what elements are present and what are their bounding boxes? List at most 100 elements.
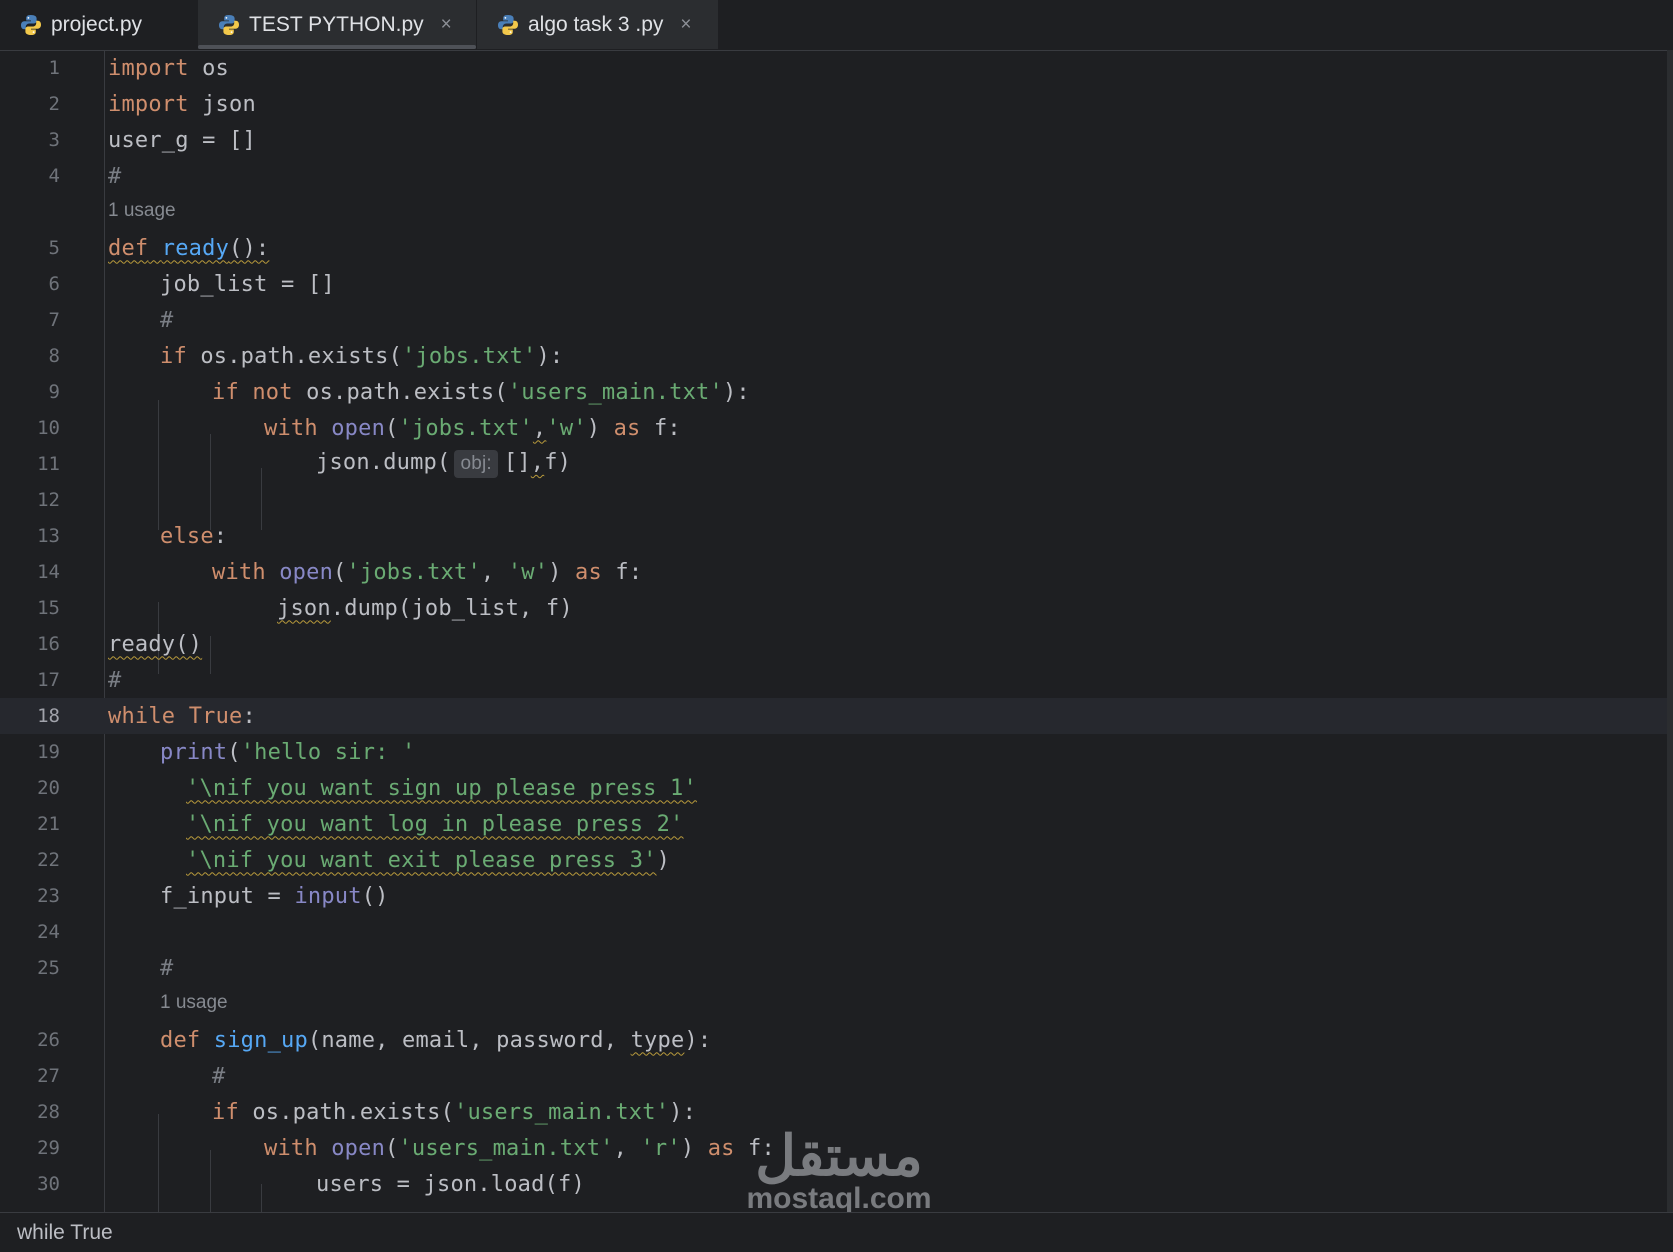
breadcrumb[interactable]: while True bbox=[17, 1221, 113, 1245]
status-bar: while True bbox=[0, 1212, 1673, 1252]
line-number: 17 bbox=[37, 669, 60, 691]
line-number: 30 bbox=[37, 1173, 60, 1195]
code-line[interactable]: 21 '\nif you want log in please press 2' bbox=[0, 806, 1673, 842]
line-number: 11 bbox=[37, 453, 60, 475]
code-text: f_input = input() bbox=[160, 883, 389, 909]
code-line[interactable]: 23 f_input = input() bbox=[0, 878, 1673, 914]
line-number: 5 bbox=[48, 237, 60, 259]
code-line[interactable]: 19 print('hello sir: ' bbox=[0, 734, 1673, 770]
code-text: import os bbox=[108, 55, 230, 81]
code-text: def sign_up(name, email, password, type)… bbox=[160, 1027, 712, 1053]
line-number: 19 bbox=[37, 741, 60, 763]
line-number: 24 bbox=[37, 921, 60, 943]
code-text: with open('jobs.txt','w') as f: bbox=[264, 415, 681, 441]
code-line[interactable]: 26 def sign_up(name, email, password, ty… bbox=[0, 1022, 1673, 1058]
tab-test-python-py[interactable]: TEST PYTHON.py × bbox=[198, 0, 476, 49]
code-text: if os.path.exists('users_main.txt'): bbox=[212, 1099, 697, 1125]
line-number: 22 bbox=[37, 849, 60, 871]
code-text: json.dump(obj: [],f) bbox=[316, 450, 571, 478]
code-text: '\nif you want exit please press 3') bbox=[186, 847, 671, 873]
code-text: with open('jobs.txt', 'w') as f: bbox=[212, 559, 643, 585]
line-number: 14 bbox=[37, 561, 60, 583]
code-line[interactable]: 1 import os bbox=[0, 50, 1673, 86]
line-number: 21 bbox=[37, 813, 60, 835]
comment: # bbox=[108, 667, 122, 693]
code-line[interactable]: 12 bbox=[0, 482, 1673, 518]
python-icon bbox=[498, 14, 518, 35]
close-icon[interactable]: × bbox=[680, 14, 691, 36]
code-line[interactable]: 9 if not os.path.exists('users_main.txt'… bbox=[0, 374, 1673, 410]
code-line[interactable]: 14 with open('jobs.txt', 'w') as f: bbox=[0, 554, 1673, 590]
code-line[interactable]: 27 # bbox=[0, 1058, 1673, 1094]
line-number: 23 bbox=[37, 885, 60, 907]
line-number: 6 bbox=[48, 273, 60, 295]
line-number: 3 bbox=[48, 129, 60, 151]
code-line[interactable]: 7 # bbox=[0, 302, 1673, 338]
code-line[interactable]: 15 json.dump(job_list, f) bbox=[0, 590, 1673, 626]
code-editor[interactable]: 1 import os 2 import json 3 user_g = [] … bbox=[0, 50, 1673, 1212]
code-text: user_g = [] bbox=[108, 127, 256, 153]
vertical-scrollbar[interactable] bbox=[1667, 50, 1673, 1212]
code-text: with open('users_main.txt', 'r') as f: bbox=[264, 1135, 775, 1161]
string-literal: '\nif you want sign up please press 1' bbox=[186, 775, 697, 801]
code-line[interactable]: 16 ready() bbox=[0, 626, 1673, 662]
line-number: 7 bbox=[48, 309, 60, 331]
comment: # bbox=[160, 307, 174, 333]
string-literal: '\nif you want log in please press 2' bbox=[186, 811, 684, 837]
code-text: ready() bbox=[108, 631, 203, 657]
code-text: import json bbox=[108, 91, 256, 117]
code-text: json.dump(job_list, f) bbox=[277, 595, 573, 621]
usage-hint[interactable]: 1 usage bbox=[160, 992, 228, 1014]
code-text: while True: bbox=[108, 703, 256, 729]
code-line[interactable]: 22 '\nif you want exit please press 3') bbox=[0, 842, 1673, 878]
line-number: 26 bbox=[37, 1029, 60, 1051]
watermark-arabic: مستقل bbox=[755, 1124, 923, 1187]
line-number: 1 bbox=[48, 57, 60, 79]
line-number: 27 bbox=[37, 1065, 60, 1087]
code-line[interactable]: 6 job_list = [] bbox=[0, 266, 1673, 302]
python-icon bbox=[219, 14, 239, 35]
tab-project-py[interactable]: project.py bbox=[0, 0, 198, 49]
tab-label: project.py bbox=[51, 12, 143, 36]
code-line[interactable]: 17 # bbox=[0, 662, 1673, 698]
code-text: if not os.path.exists('users_main.txt'): bbox=[212, 379, 750, 405]
code-text: print('hello sir: ' bbox=[160, 739, 416, 765]
code-line[interactable]: 5 def ready(): bbox=[0, 230, 1673, 266]
tab-label: TEST PYTHON.py bbox=[249, 12, 424, 36]
code-line[interactable]: 25 # bbox=[0, 950, 1673, 986]
line-number: 16 bbox=[37, 633, 60, 655]
code-line[interactable]: 4 # bbox=[0, 158, 1673, 194]
close-icon[interactable]: × bbox=[441, 14, 452, 36]
code-text: job_list = [] bbox=[160, 271, 335, 297]
code-line[interactable]: 3 user_g = [] bbox=[0, 122, 1673, 158]
line-number: 15 bbox=[37, 597, 60, 619]
line-number: 18 bbox=[37, 705, 60, 727]
line-number: 25 bbox=[37, 957, 60, 979]
code-line[interactable]: 13 else: bbox=[0, 518, 1673, 554]
code-line[interactable]: 24 bbox=[0, 914, 1673, 950]
line-number: 4 bbox=[48, 165, 60, 187]
code-text: else: bbox=[160, 523, 228, 549]
code-line-current[interactable]: 18 while True: bbox=[0, 698, 1673, 734]
comment: # bbox=[108, 163, 122, 189]
code-text: users = json.load(f) bbox=[316, 1171, 585, 1197]
parameter-hint: obj: bbox=[454, 450, 498, 478]
tab-algo-task-3-py[interactable]: algo task 3 .py × bbox=[476, 0, 718, 49]
code-line[interactable]: 20 '\nif you want sign up please press 1… bbox=[0, 770, 1673, 806]
code-line[interactable]: 8 if os.path.exists('jobs.txt'): bbox=[0, 338, 1673, 374]
mostaql-watermark: مستقل mostaql.com bbox=[734, 1128, 944, 1214]
line-number: 12 bbox=[37, 489, 60, 511]
watermark-latin: mostaql.com bbox=[746, 1182, 932, 1215]
code-text: if os.path.exists('jobs.txt'): bbox=[160, 343, 564, 369]
line-number: 29 bbox=[37, 1137, 60, 1159]
code-line[interactable]: 10 with open('jobs.txt','w') as f: bbox=[0, 410, 1673, 446]
line-number: 8 bbox=[48, 345, 60, 367]
code-line[interactable]: 2 import json bbox=[0, 86, 1673, 122]
line-number: 20 bbox=[37, 777, 60, 799]
comment: # bbox=[160, 955, 174, 981]
usage-hint[interactable]: 1 usage bbox=[108, 200, 176, 222]
code-text: def ready(): bbox=[108, 235, 270, 261]
line-number: 2 bbox=[48, 93, 60, 115]
code-line[interactable]: 11 json.dump(obj: [],f) bbox=[0, 446, 1673, 482]
comment: # bbox=[212, 1063, 226, 1089]
